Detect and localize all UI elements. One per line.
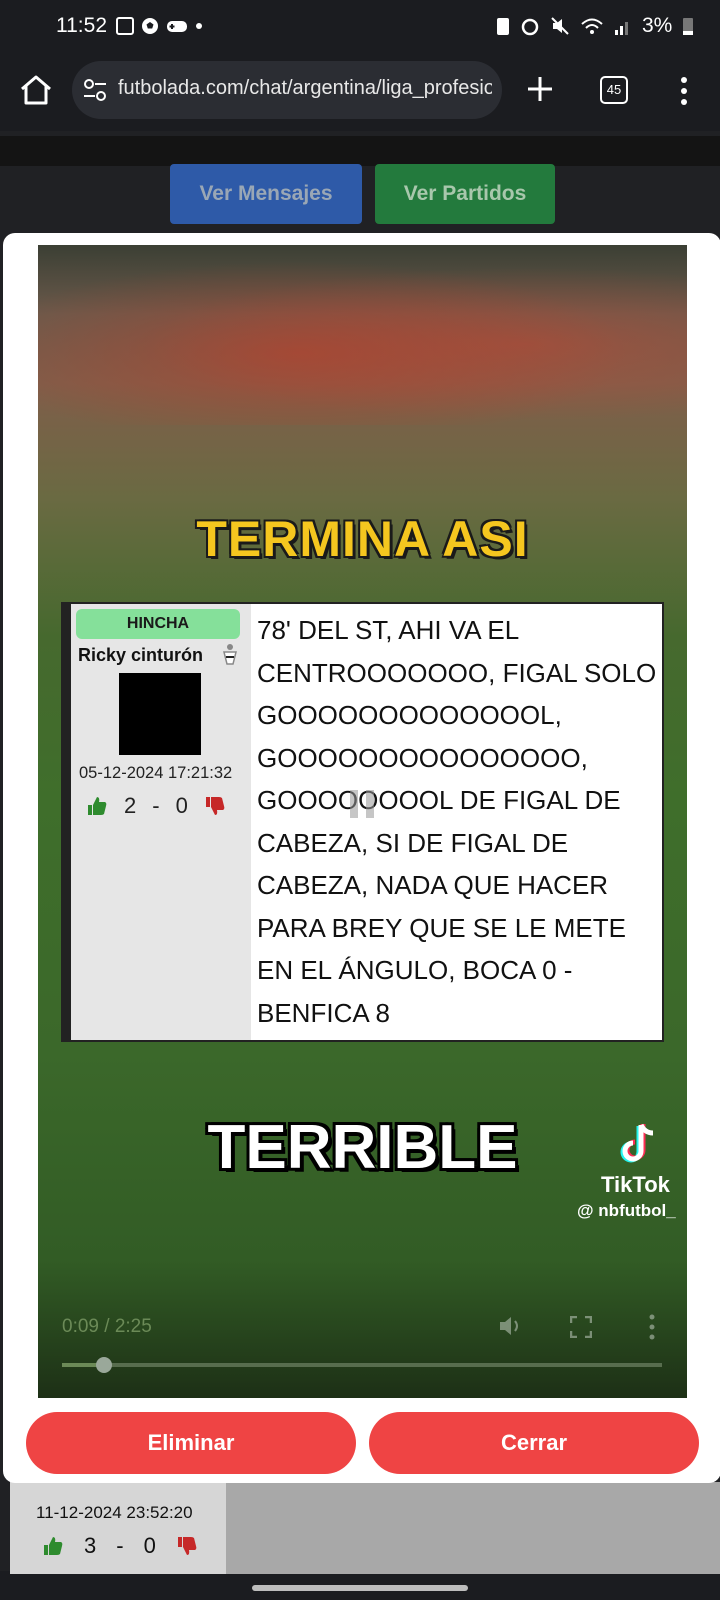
image-icon bbox=[116, 17, 134, 35]
page-header-strip bbox=[0, 136, 720, 166]
like-count: 2 bbox=[124, 793, 137, 818]
gesture-handle[interactable] bbox=[252, 1585, 468, 1591]
pause-icon[interactable] bbox=[342, 784, 382, 824]
tab-switcher-button[interactable]: 45 bbox=[600, 76, 628, 104]
soccer-ball-icon bbox=[142, 18, 158, 34]
dislike-count: 0 bbox=[143, 1533, 156, 1558]
thumbs-down-icon[interactable] bbox=[176, 1535, 198, 1557]
video-overlay-title: TERMINA ASI bbox=[196, 511, 529, 567]
mute-icon bbox=[551, 17, 569, 35]
thumbs-up-icon[interactable] bbox=[42, 1535, 64, 1557]
home-icon[interactable] bbox=[18, 72, 54, 108]
battery-saver-icon bbox=[497, 18, 509, 35]
more-menu-icon[interactable] bbox=[678, 76, 690, 106]
vote-separator: - bbox=[116, 1533, 124, 1558]
video-progress-thumb[interactable] bbox=[96, 1357, 112, 1373]
tiktok-brand: TikTok bbox=[601, 1172, 670, 1197]
message-votes: 3 - 0 bbox=[42, 1533, 198, 1559]
chat-username: Ricky cinturón bbox=[78, 645, 204, 665]
alarm-icon bbox=[521, 18, 539, 36]
fullscreen-icon[interactable] bbox=[570, 1316, 592, 1338]
wifi-icon bbox=[581, 18, 603, 34]
chat-date: 05-12-2024 17:21:32 bbox=[79, 764, 233, 782]
dislike-count: 0 bbox=[175, 793, 188, 818]
battery-icon bbox=[683, 18, 694, 35]
message-card bbox=[10, 1482, 226, 1574]
thumbs-down-icon bbox=[205, 797, 225, 815]
chat-card-sidebar bbox=[63, 604, 251, 1040]
message-card-body bbox=[226, 1482, 720, 1574]
tiktok-handle: @ nbfutbol_ bbox=[577, 1201, 676, 1220]
status-bar: 11:52 3% bbox=[0, 0, 720, 52]
ver-partidos-button[interactable]: Ver Partidos bbox=[375, 164, 555, 224]
url-text[interactable]: futbolada.com/chat/argentina/liga_profes… bbox=[118, 77, 492, 100]
gamepad-icon bbox=[167, 21, 187, 32]
system-icons: 3% bbox=[496, 14, 694, 38]
site-settings-icon[interactable] bbox=[82, 77, 108, 103]
chat-votes: 2 - 0 bbox=[86, 793, 226, 819]
clock: 11:52 bbox=[56, 14, 107, 37]
volume-icon[interactable] bbox=[498, 1314, 524, 1338]
thumbs-up-icon bbox=[88, 797, 107, 815]
video-more-icon[interactable] bbox=[648, 1314, 656, 1340]
signal-icon bbox=[615, 22, 628, 35]
battery-percent: 3% bbox=[642, 14, 673, 37]
chat-message-text: 78' DEL ST, AHI VA EL CENTROOOOOOO, FIGA… bbox=[257, 615, 657, 1028]
message-date: 11-12-2024 23:52:20 bbox=[36, 1503, 193, 1522]
eliminar-button[interactable]: Eliminar bbox=[26, 1412, 356, 1474]
video-progress-bar[interactable] bbox=[62, 1363, 662, 1367]
vote-separator: - bbox=[152, 793, 160, 818]
tiktok-icon bbox=[620, 1123, 654, 1163]
ver-mensajes-button[interactable]: Ver Mensajes bbox=[170, 164, 362, 224]
avatar bbox=[119, 673, 201, 755]
new-tab-icon[interactable] bbox=[525, 74, 555, 104]
video-overlay-caption: TERRIBLE bbox=[207, 1113, 518, 1182]
like-count: 3 bbox=[84, 1533, 97, 1558]
notification-icons bbox=[116, 16, 204, 36]
video-time-display: 0:09 / 2:25 bbox=[62, 1316, 152, 1337]
role-badge: HINCHA bbox=[76, 609, 240, 639]
dot-icon bbox=[196, 23, 202, 29]
cerrar-button[interactable]: Cerrar bbox=[369, 1412, 699, 1474]
video-blurred-crowd bbox=[38, 245, 687, 425]
karate-icon bbox=[223, 644, 237, 665]
